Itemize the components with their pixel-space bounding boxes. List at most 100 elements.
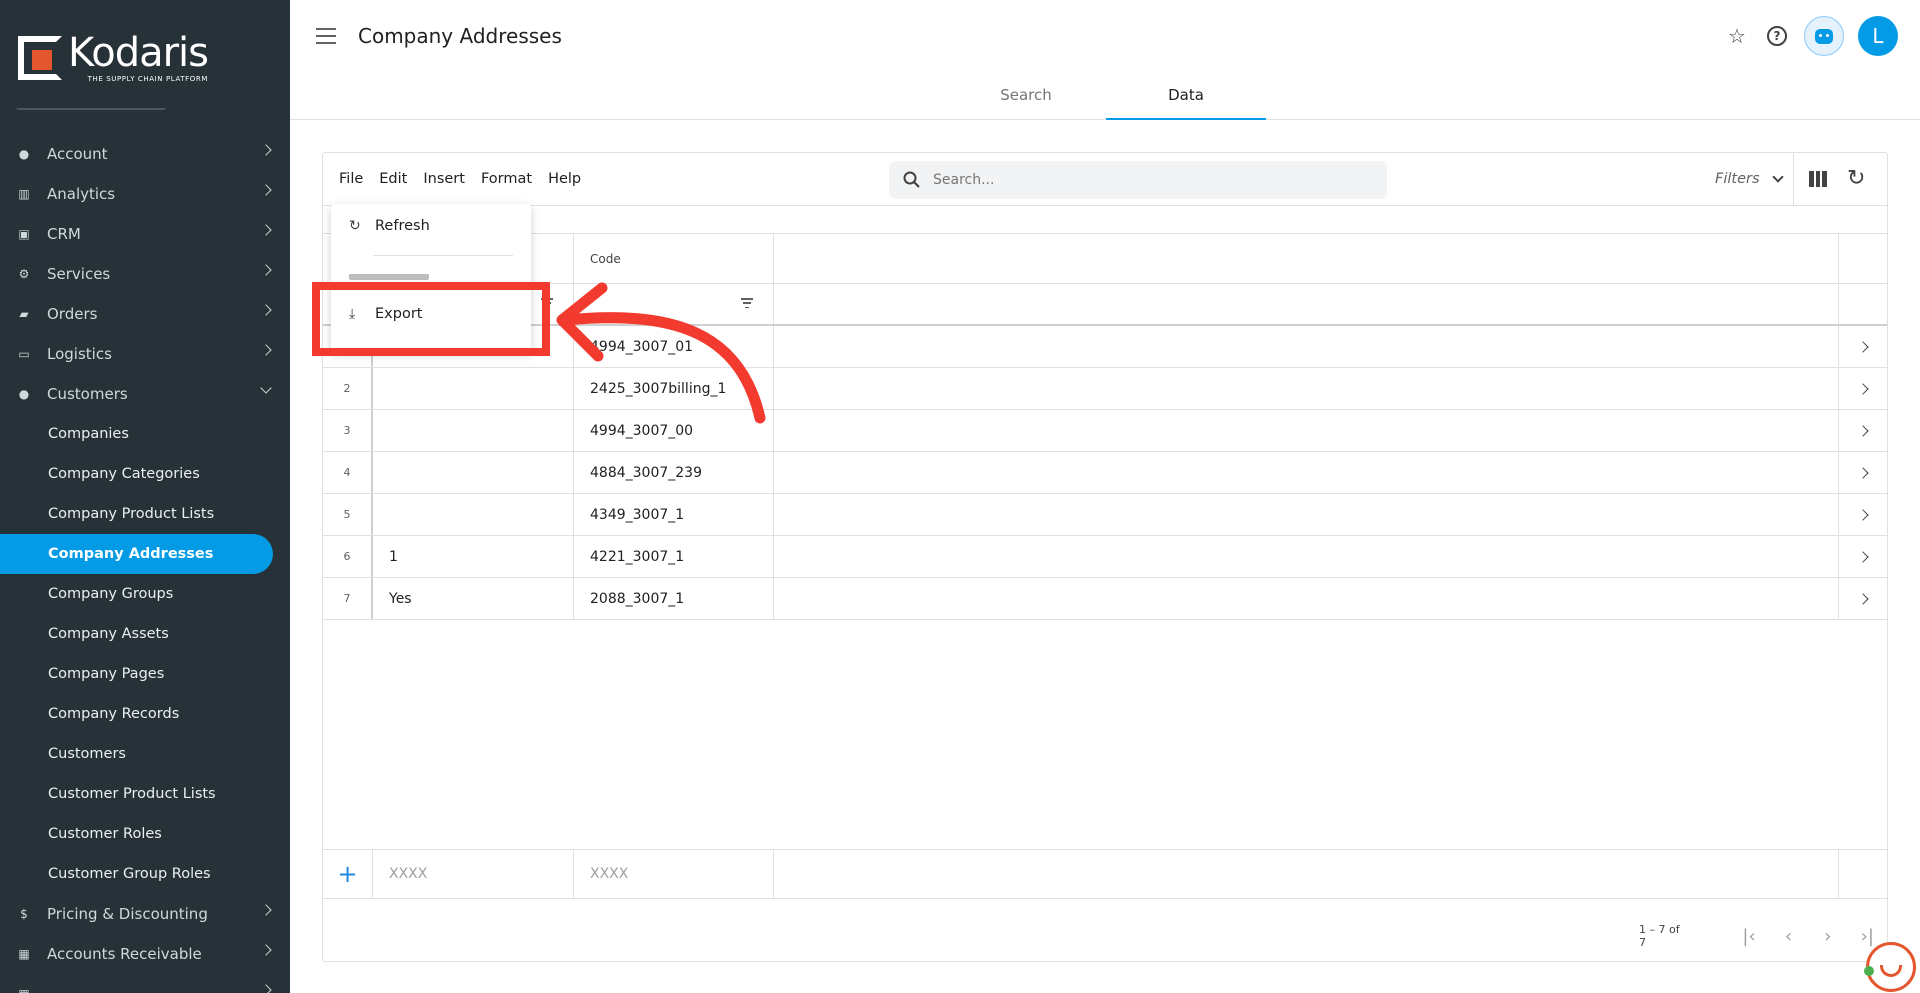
sidebar-item-label: Analytics [47,185,116,203]
sidebar-subitem-company-records[interactable]: Company Records [0,694,290,734]
row-open-button[interactable] [1839,452,1887,493]
code-cell[interactable]: 4221_3007_1 [574,536,774,577]
filters-dropdown[interactable]: Filters [1715,171,1784,187]
table-cell[interactable]: 1 [373,536,574,577]
search-input[interactable] [933,172,1353,188]
chevron-right-icon [1857,550,1869,563]
column-header-empty [774,234,1839,283]
sidebar-item-label: CRM [47,225,81,243]
menu-item-refresh[interactable]: ↻ Refresh [349,218,430,234]
analytics-icon: ▥ [18,187,30,201]
sidebar-item-crm[interactable]: ▣ CRM [0,214,290,254]
pagination: 1 – 7 of 7 |‹ ‹ › ›| [1639,923,1887,949]
table-row[interactable]: 4 4884_3007_239 [323,452,1887,494]
sidebar-subitem-company-pages[interactable]: Company Pages [0,654,290,694]
chevron-right-icon [260,904,272,916]
gears-icon: ⚙ [18,267,30,281]
previous-page-icon[interactable]: ‹ [1769,924,1808,948]
annotation-arrow-icon [556,282,766,424]
sidebar-item-pricing-discounting[interactable]: $ Pricing & Discounting [0,894,290,934]
avatar[interactable]: L [1858,16,1898,56]
code-cell[interactable]: 4884_3007_239 [574,452,774,493]
tab-search[interactable]: Search [946,78,1106,120]
help-icon[interactable]: ? [1764,23,1790,49]
table-cell[interactable] [373,494,574,535]
contact-card-icon: ▣ [18,227,30,241]
chevron-right-icon [260,224,272,236]
menu-insert[interactable]: Insert [423,171,465,187]
chevron-right-icon [260,184,272,196]
chevron-right-icon [1857,592,1869,605]
table-cell[interactable] [373,452,574,493]
chevron-right-icon [1857,424,1869,437]
sidebar-item-clipped[interactable]: ▦ [0,974,290,993]
sidebar-item-orders[interactable]: ▰ Orders [0,294,290,334]
assistant-bot-button[interactable] [1804,16,1844,56]
sidebar-item-label: Logistics [47,345,112,363]
code-cell[interactable]: 2088_3007_1 [574,578,774,619]
sidebar: Kodaris THE SUPPLY CHAIN PLATFORM ● Acco… [0,0,290,993]
table-row[interactable]: 6 1 4221_3007_1 [323,536,1887,578]
bank-icon: ▦ [17,987,31,993]
sidebar-item-account[interactable]: ● Account [0,134,290,174]
add-row-button[interactable]: + [323,850,373,898]
page-title: Company Addresses [358,24,562,48]
menu-format[interactable]: Format [481,171,532,187]
table-row[interactable]: 5 4349_3007_1 [323,494,1887,536]
sidebar-subitem-company-categories[interactable]: Company Categories [0,454,290,494]
table-row[interactable]: 7 Yes 2088_3007_1 [323,578,1887,620]
menu-file[interactable]: File [339,171,363,187]
tab-data[interactable]: Data [1106,78,1266,120]
code-cell[interactable]: 4349_3007_1 [574,494,774,535]
sidebar-subitem-company-groups[interactable]: Company Groups [0,574,290,614]
row-open-button[interactable] [1839,368,1887,409]
sidebar-subitem-company-assets[interactable]: Company Assets [0,614,290,654]
sidebar-subitem-customers[interactable]: Customers [0,734,290,774]
sidebar-subitem-customer-roles[interactable]: Customer Roles [0,814,290,854]
menu-help[interactable]: Help [548,171,581,187]
next-page-icon[interactable]: › [1808,924,1847,948]
logo-mark-icon [18,36,62,80]
sidebar-item-label: Orders [47,305,98,323]
new-row-code-input[interactable] [590,866,750,882]
new-row-input[interactable] [389,866,549,882]
delivery-icon: ▭ [18,347,30,361]
sidebar-subitem-customer-product-lists[interactable]: Customer Product Lists [0,774,290,814]
first-page-icon[interactable]: |‹ [1729,924,1768,948]
chevron-right-icon [1857,508,1869,521]
row-open-button[interactable] [1839,410,1887,451]
sidebar-subitem-company-product-lists[interactable]: Company Product Lists [0,494,290,534]
sidebar-item-analytics[interactable]: ▥ Analytics [0,174,290,214]
hamburger-menu-icon[interactable] [316,28,336,44]
person-icon: ● [18,147,30,161]
refresh-icon[interactable]: ↻ [1847,166,1865,191]
menu-divider [373,255,513,256]
sidebar-item-accounts-receivable[interactable]: ▦ Accounts Receivable [0,934,290,974]
sidebar-item-customers[interactable]: ● Customers [0,374,290,414]
columns-icon[interactable] [1809,171,1828,187]
sidebar-subitem-companies[interactable]: Companies [0,414,290,454]
search-icon [903,171,920,188]
kodaris-logo[interactable]: Kodaris THE SUPPLY CHAIN PLATFORM [18,33,209,83]
chevron-right-icon [260,304,272,316]
star-icon[interactable]: ☆ [1724,23,1750,49]
sidebar-item-services[interactable]: ⚙ Services [0,254,290,294]
chevron-right-icon [1857,340,1869,353]
sidebar-nav: ● Account ▥ Analytics ▣ CRM ⚙ Services ▰… [0,134,290,993]
menu-edit[interactable]: Edit [379,171,407,187]
annotation-highlight-box [312,282,550,356]
robot-icon [1815,28,1833,44]
row-open-button[interactable] [1839,494,1887,535]
sidebar-item-logistics[interactable]: ▭ Logistics [0,334,290,374]
toolbar-divider [1793,153,1794,205]
sidebar-subitem-company-addresses[interactable]: Company Addresses [0,534,273,574]
chat-widget-button[interactable] [1866,942,1916,992]
sidebar-subitem-customer-group-roles[interactable]: Customer Group Roles [0,854,290,894]
chevron-down-icon [1771,171,1784,183]
row-open-button[interactable] [1839,536,1887,577]
header-actions: ☆ ? L [1724,16,1898,56]
column-title: Code [590,252,621,266]
row-open-button[interactable] [1839,326,1887,367]
table-cell[interactable]: Yes [373,578,574,619]
row-open-button[interactable] [1839,578,1887,619]
